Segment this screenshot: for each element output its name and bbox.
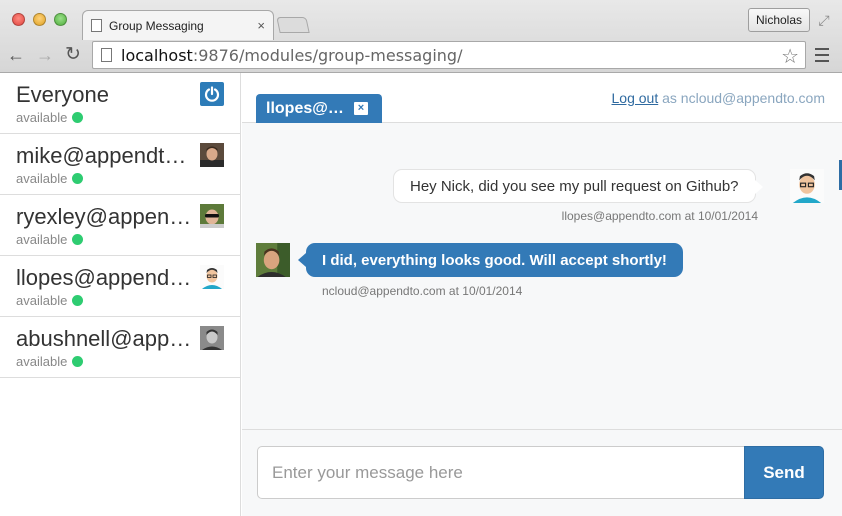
contact-mike[interactable]: mike@appendto.com available — [0, 134, 240, 195]
online-dot-icon — [72, 234, 84, 245]
window-minimize-button[interactable] — [33, 13, 46, 26]
power-icon[interactable] — [200, 82, 224, 106]
address-bar[interactable]: localhost:9876/modules/group-messaging/ … — [92, 41, 806, 69]
logout-link[interactable]: Log out — [612, 90, 659, 106]
browser-tab[interactable]: Group Messaging × — [82, 10, 274, 40]
message-bubble-incoming: Hey Nick, did you see my pull request on… — [393, 169, 762, 203]
avatar-ncloud — [256, 243, 290, 277]
url-path: :9876/modules/group-messaging/ — [192, 45, 463, 65]
status-text: available — [16, 354, 68, 369]
tab-close-icon[interactable]: × — [257, 18, 265, 33]
chat-panel: llopes@appendto.com × Log out as ncloud@… — [242, 73, 842, 516]
status-text: available — [16, 110, 68, 125]
contact-llopes[interactable]: llopes@appendto.com available — [0, 256, 240, 317]
page-icon — [101, 48, 112, 62]
session-user: as ncloud@appendto.com — [662, 90, 825, 106]
avatar-mike — [200, 143, 224, 167]
contact-name: mike@appendto.com — [16, 143, 194, 168]
message-input[interactable] — [257, 446, 745, 499]
chat-tab-llopes[interactable]: llopes@appendto.com × — [256, 94, 382, 123]
avatar-llopes — [790, 169, 824, 203]
contact-status: available — [16, 110, 224, 125]
tab-title: Group Messaging — [109, 18, 204, 33]
online-dot-icon — [72, 112, 84, 123]
contact-everyone[interactable]: Everyone available — [0, 73, 240, 134]
send-button[interactable]: Send — [744, 446, 824, 499]
message-list: Hey Nick, did you see my pull request on… — [242, 123, 842, 429]
online-dot-icon — [72, 295, 84, 306]
message-bubble-outgoing: I did, everything looks good. Will accep… — [298, 243, 683, 277]
contact-status: available — [16, 354, 224, 369]
message-composer: Send — [242, 429, 842, 516]
bookmark-star-icon[interactable]: ☆ — [781, 44, 799, 68]
contact-status: available — [16, 293, 224, 308]
message-meta: llopes@appendto.com at 10/01/2014 — [561, 209, 758, 223]
avatar-ryexley — [200, 204, 224, 228]
url-host: localhost — [121, 45, 193, 65]
online-dot-icon — [72, 356, 84, 367]
new-tab-button[interactable] — [276, 17, 310, 33]
status-text: available — [16, 232, 68, 247]
contact-name: llopes@appendto.com — [16, 265, 194, 290]
avatar-llopes — [200, 265, 224, 289]
session-info: Log out as ncloud@appendto.com — [612, 90, 825, 106]
document-icon — [91, 19, 102, 32]
message-text: Hey Nick, did you see my pull request on… — [410, 177, 739, 195]
contact-name: abushnell@appendto.com — [16, 326, 194, 351]
contact-name: Everyone — [16, 82, 109, 107]
window-controls — [12, 13, 67, 26]
close-icon[interactable]: × — [354, 102, 368, 115]
back-arrow-icon[interactable]: ← — [5, 44, 27, 66]
status-text: available — [16, 171, 68, 186]
forward-arrow-icon[interactable]: → — [34, 44, 56, 66]
chat-tab-label: llopes@appendto.com — [266, 99, 352, 117]
profile-button[interactable]: Nicholas — [748, 8, 810, 32]
contact-name: ryexley@appendto.com — [16, 204, 194, 229]
contact-status: available — [16, 232, 224, 247]
window-maximize-button[interactable] — [54, 13, 67, 26]
contact-status: available — [16, 171, 224, 186]
online-dot-icon — [72, 173, 84, 184]
browser-chrome: Group Messaging × Nicholas ⤢ ← → ↻ local… — [0, 0, 842, 73]
fullscreen-icon[interactable]: ⤢ — [815, 11, 833, 29]
chat-topbar: llopes@appendto.com × Log out as ncloud@… — [242, 73, 842, 123]
reload-icon[interactable]: ↻ — [62, 44, 84, 66]
message-meta: ncloud@appendto.com at 10/01/2014 — [322, 284, 523, 298]
contact-abushnell[interactable]: abushnell@appendto.com available — [0, 317, 240, 378]
hamburger-menu-icon[interactable] — [815, 48, 829, 62]
message-text: I did, everything looks good. Will accep… — [322, 251, 667, 269]
contact-ryexley[interactable]: ryexley@appendto.com available — [0, 195, 240, 256]
status-text: available — [16, 293, 68, 308]
contacts-sidebar: Everyone available mike@appendto.com ava… — [0, 73, 241, 516]
window-close-button[interactable] — [12, 13, 25, 26]
avatar-abushnell — [200, 326, 224, 350]
